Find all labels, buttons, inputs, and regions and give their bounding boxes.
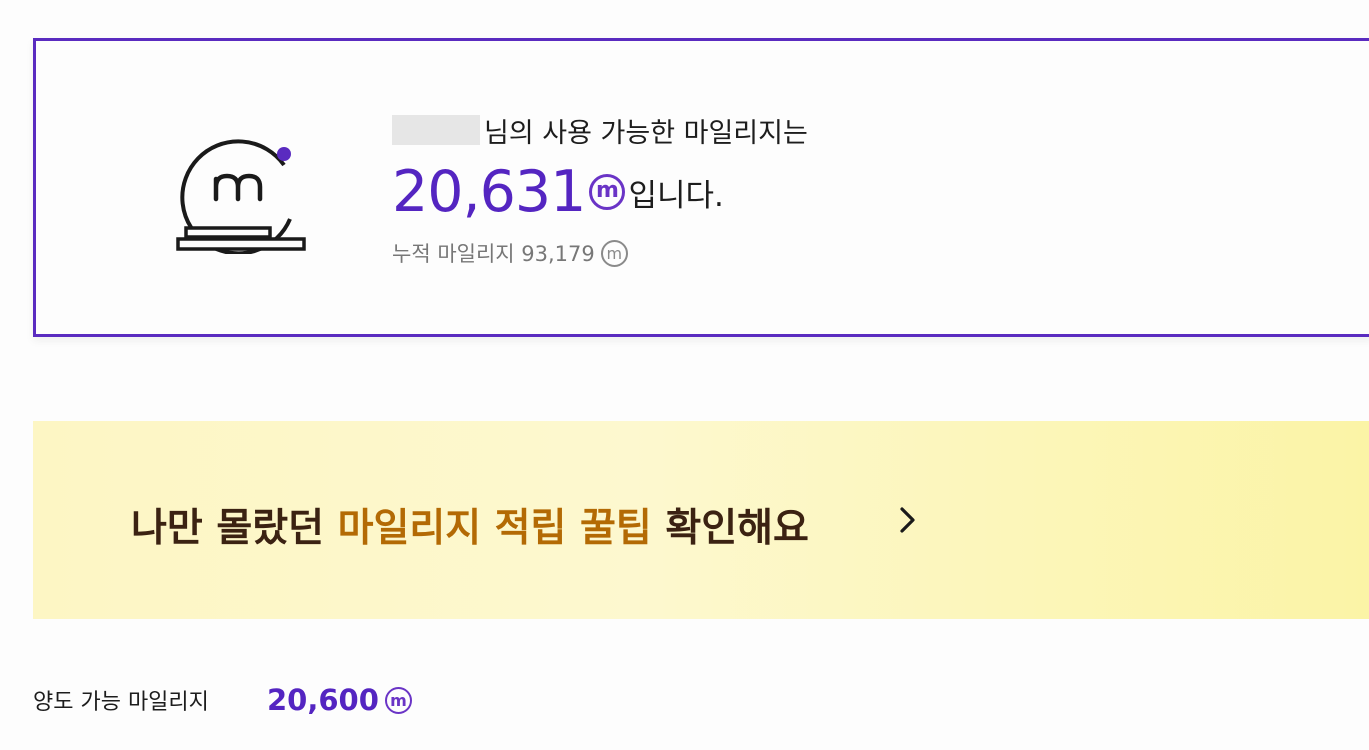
mileage-summary-text: 님의 사용 가능한 마일리지는 20,631 m 입니다. 누적 마일리지 93… [392, 111, 808, 269]
mileage-page: 님의 사용 가능한 마일리지는 20,631 m 입니다. 누적 마일리지 93… [0, 0, 1369, 750]
transferable-mileage-row: 양도 가능 마일리지 20,600 m [33, 680, 412, 720]
greeting-line: 님의 사용 가능한 마일리지는 [392, 111, 808, 149]
available-balance-suffix: 입니다. [628, 177, 724, 214]
available-mileage-amount: 20,631 [392, 158, 586, 225]
mileage-coin-icon [176, 139, 306, 254]
tip-banner-text: 나만 몰랐던 마일리지 적립 꿀팁 확인해요 [131, 497, 809, 553]
tip-prefix: 나만 몰랐던 [131, 506, 324, 551]
mileage-tip-banner[interactable]: 나만 몰랐던 마일리지 적립 꿀팁 확인해요 [33, 421, 1369, 619]
transferable-mileage-amount: 20,600 [267, 683, 379, 717]
chevron-right-icon [900, 507, 915, 533]
greeting-text: 님의 사용 가능한 마일리지는 [484, 117, 808, 149]
cumulative-mileage-text: 누적 마일리지 93,179 [392, 242, 595, 266]
user-name-masked [392, 115, 480, 145]
tip-suffix: 확인해요 [665, 506, 809, 551]
mileage-unit-icon: m [384, 686, 412, 714]
cumulative-mileage-line: 누적 마일리지 93,179 m [392, 237, 808, 269]
tip-highlight: 마일리지 적립 꿀팁 [337, 506, 652, 551]
available-balance-line: 20,631 m 입니다. [392, 159, 808, 225]
mileage-unit-icon: m [589, 174, 626, 210]
mileage-summary-card: 님의 사용 가능한 마일리지는 20,631 m 입니다. 누적 마일리지 93… [33, 38, 1369, 337]
transferable-mileage-label: 양도 가능 마일리지 [33, 690, 209, 715]
mileage-unit-icon: m [600, 239, 628, 267]
